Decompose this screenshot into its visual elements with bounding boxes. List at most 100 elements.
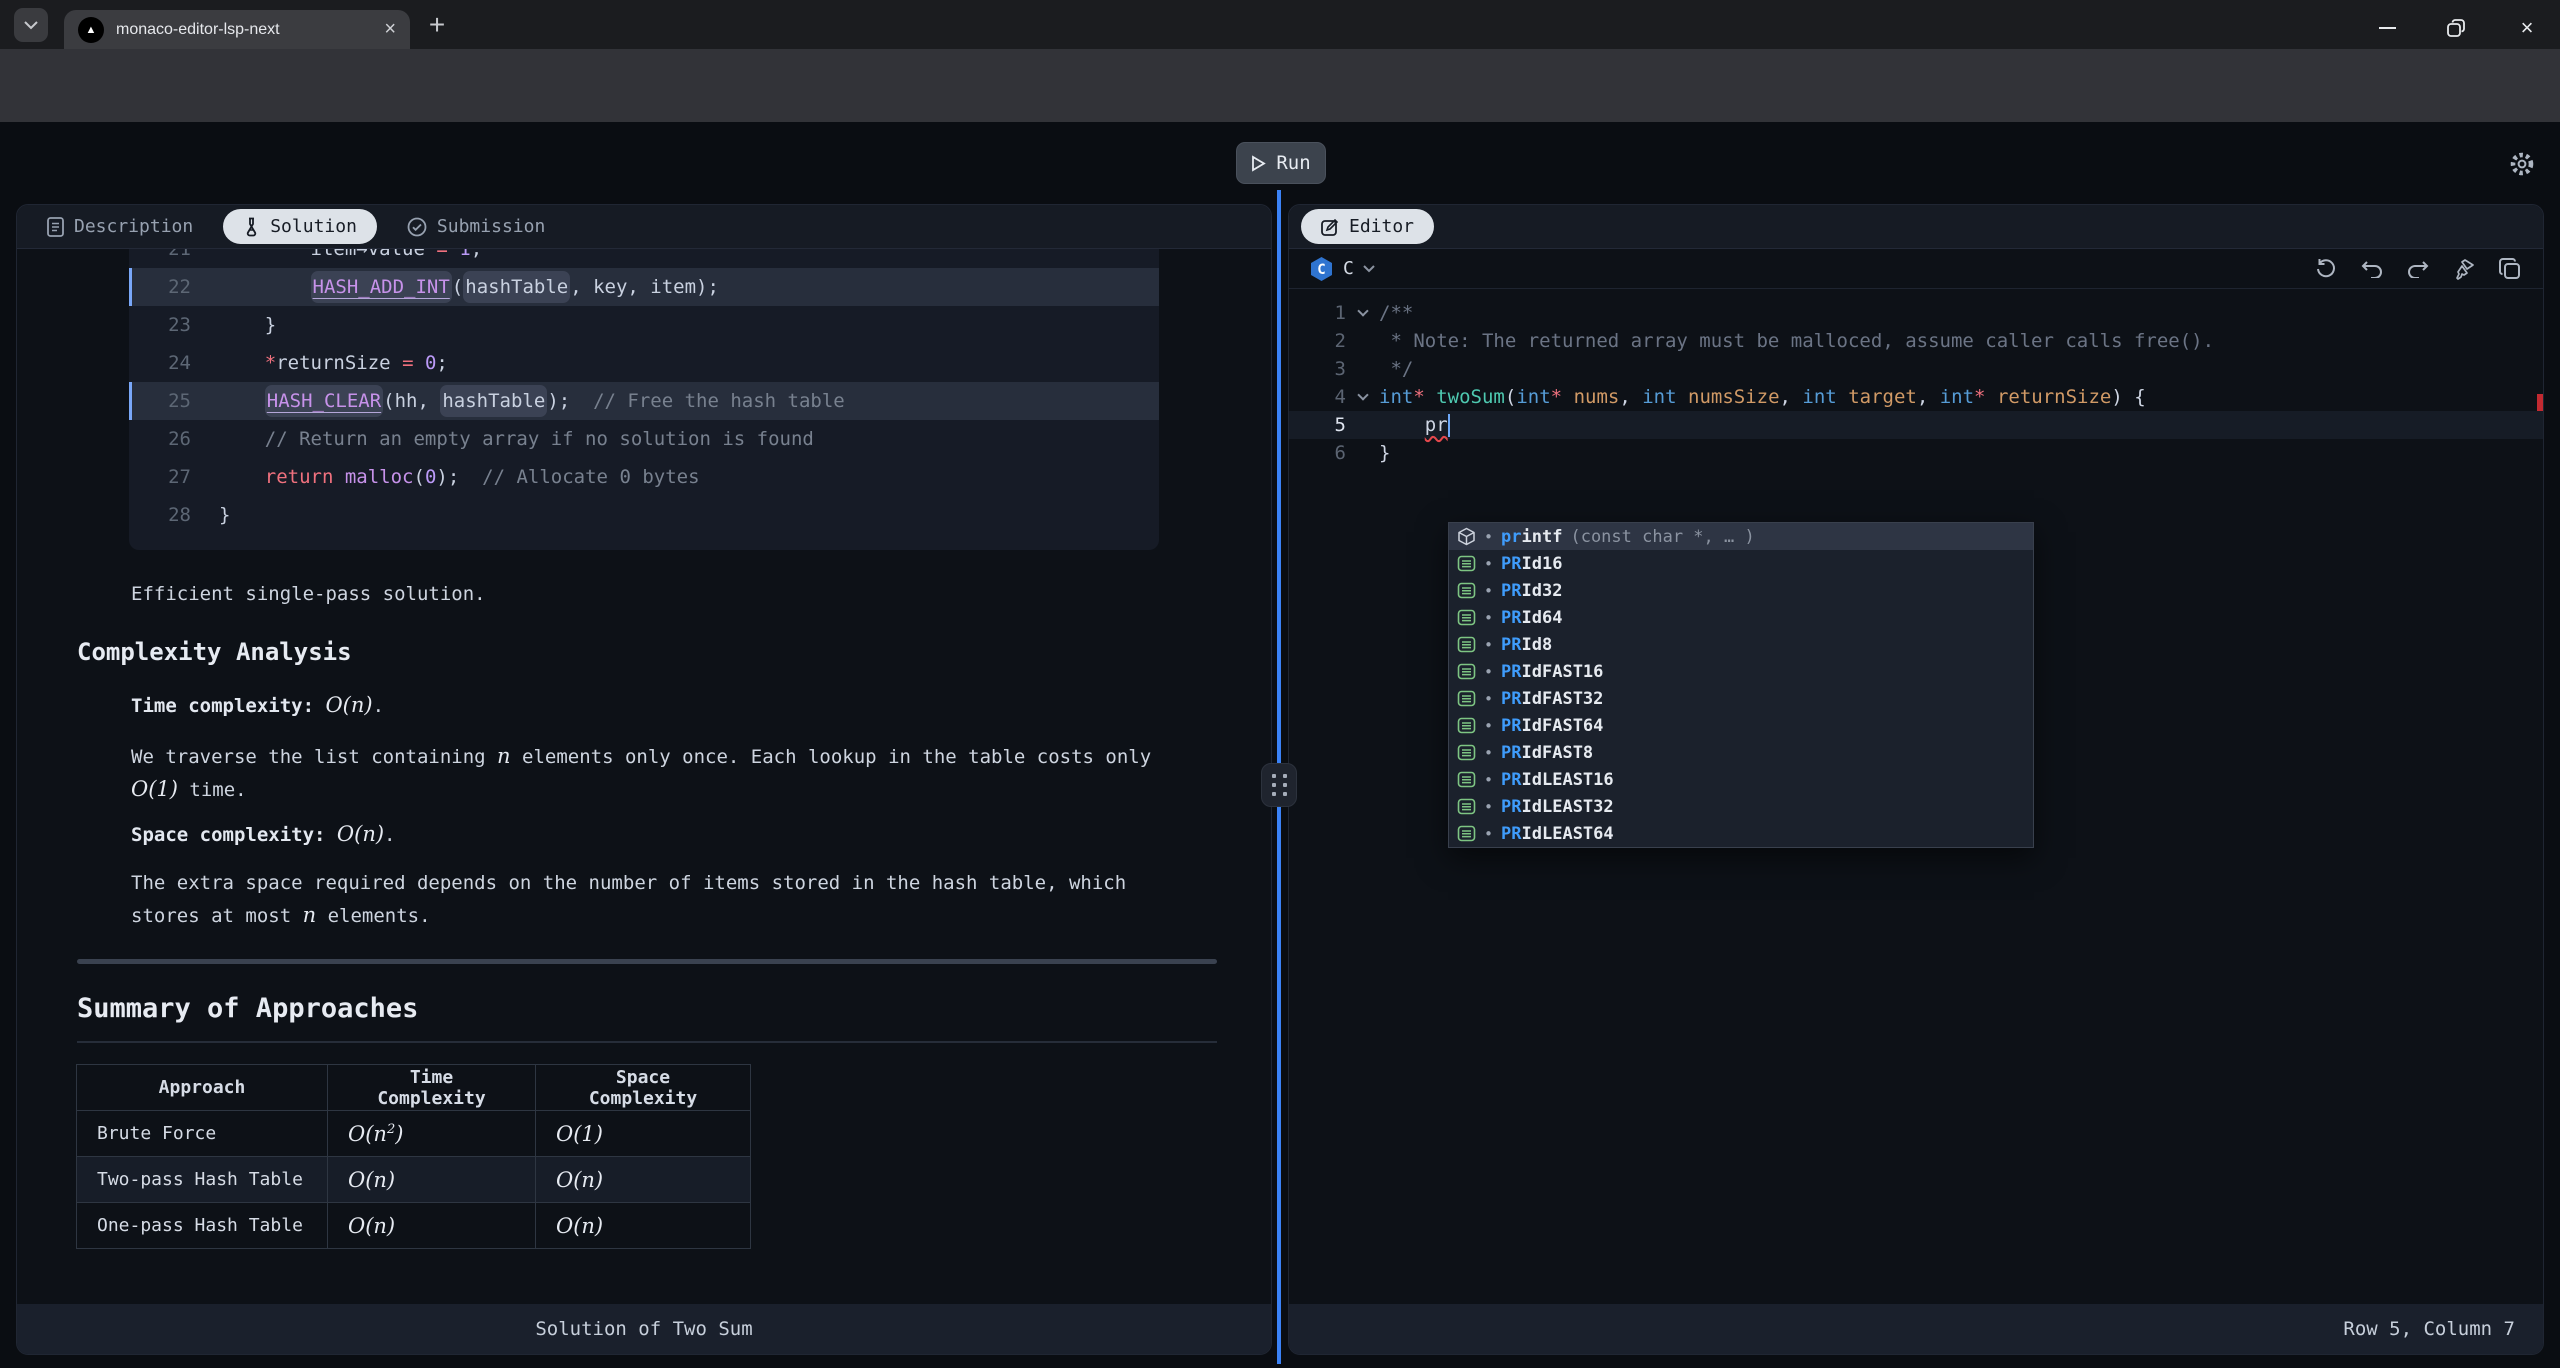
- splitter-grip-handle[interactable]: [1261, 763, 1297, 807]
- editor-line[interactable]: 5 pr: [1289, 411, 2543, 439]
- table-row: Brute ForceO(n2)O(1): [77, 1111, 751, 1157]
- line-text: }: [191, 314, 276, 336]
- suggest-item[interactable]: •PRId16: [1449, 550, 2033, 577]
- window-minimize-button[interactable]: [2365, 14, 2409, 42]
- undo-button[interactable]: [2359, 256, 2385, 282]
- tab-editor[interactable]: Editor: [1301, 209, 1434, 244]
- line-number: 24: [129, 352, 191, 374]
- editor-line-number: 5: [1289, 414, 1346, 436]
- editor-line-text: pr: [1379, 414, 1450, 437]
- table-row: Two-pass Hash TableO(n)O(n): [77, 1157, 751, 1203]
- suggest-item[interactable]: •printf(const char *, … ): [1449, 523, 2033, 550]
- fold-chevron-icon[interactable]: [1346, 311, 1379, 315]
- text-suggestion-icon: [1457, 743, 1476, 762]
- suggest-item[interactable]: •PRId8: [1449, 631, 2033, 658]
- line-number: 22: [129, 276, 191, 298]
- monaco-editor[interactable]: •printf(const char *, … )•PRId16•PRId32•…: [1289, 289, 2543, 1306]
- fold-chevron-icon[interactable]: [1346, 395, 1379, 399]
- editor-line-number: 6: [1289, 442, 1346, 464]
- tab-search-button[interactable]: [14, 8, 48, 42]
- function-suggestion-icon: [1457, 527, 1476, 546]
- code-line: 26 // Return an empty array if no soluti…: [129, 420, 1159, 458]
- redo-button[interactable]: [2405, 256, 2431, 282]
- table-cell: Two-pass Hash Table: [77, 1157, 328, 1203]
- editor-line-text: int* twoSum(int* nums, int numsSize, int…: [1379, 386, 2146, 408]
- suggest-item[interactable]: •PRIdFAST16: [1449, 658, 2033, 685]
- table-cell: O(1): [536, 1111, 751, 1157]
- check-circle-icon: [407, 217, 427, 237]
- browser-toolbar: localhost:3000/playground ☆ f: [0, 49, 2560, 122]
- solution-code-block: 21 item→value = 1; 22 HASH_ADD_INT(hashTa…: [129, 249, 1159, 550]
- table-row: One-pass Hash TableO(n)O(n): [77, 1203, 751, 1249]
- editor-line[interactable]: 6}: [1289, 439, 2543, 467]
- playground-page: Run Description Solution Submission 21 i…: [0, 122, 2560, 1368]
- copy-code-button[interactable]: [2497, 256, 2523, 282]
- reset-code-button[interactable]: [2313, 256, 2339, 282]
- editor-line-number: 1: [1289, 302, 1346, 324]
- editor-line[interactable]: 3 */: [1289, 355, 2543, 383]
- svg-text:C: C: [1317, 262, 1325, 278]
- cursor-position-text: Row 5, Column 7: [2343, 1318, 2515, 1340]
- run-label: Run: [1276, 152, 1310, 174]
- flask-icon: [243, 217, 260, 237]
- editor-line[interactable]: 4int* twoSum(int* nums, int numsSize, in…: [1289, 383, 2543, 411]
- space-complexity-desc: The extra space required depends on the …: [131, 867, 1196, 932]
- intro-paragraph: Efficient single-pass solution.: [131, 578, 1196, 610]
- suggest-item[interactable]: •PRIdFAST8: [1449, 739, 2033, 766]
- play-icon: [1251, 155, 1266, 172]
- table-cell: O(n): [536, 1203, 751, 1249]
- language-selector[interactable]: C C: [1309, 256, 1375, 282]
- tab-label: Description: [74, 216, 193, 237]
- problem-footer-text: Solution of Two Sum: [535, 1318, 752, 1340]
- text-suggestion-icon: [1457, 689, 1476, 708]
- text-suggestion-icon: [1457, 824, 1476, 843]
- editor-line[interactable]: 2 * Note: The returned array must be mal…: [1289, 327, 2543, 355]
- solution-content: 21 item→value = 1; 22 HASH_ADD_INT(hashTa…: [17, 249, 1271, 1306]
- tab-submission[interactable]: Submission: [407, 216, 545, 237]
- site-favicon-icon: ▲: [78, 17, 104, 43]
- text-suggestion-icon: [1457, 635, 1476, 654]
- suggest-item[interactable]: •PRIdFAST64: [1449, 712, 2033, 739]
- settings-gear-icon[interactable]: [2506, 148, 2538, 180]
- text-suggestion-icon: [1457, 770, 1476, 789]
- table-cell: Brute Force: [77, 1111, 328, 1157]
- run-button[interactable]: Run: [1236, 142, 1326, 184]
- line-text: return malloc(0); // Allocate 0 bytes: [191, 466, 700, 488]
- tab-description[interactable]: Description: [47, 216, 193, 237]
- suggest-item[interactable]: •PRIdLEAST16: [1449, 766, 2033, 793]
- editor-line[interactable]: 1/**: [1289, 299, 2543, 327]
- suggest-item[interactable]: •PRId64: [1449, 604, 2033, 631]
- table-cell: O(n2): [328, 1111, 536, 1157]
- heading-underline: [77, 1041, 1217, 1043]
- text-suggestion-icon: [1457, 662, 1476, 681]
- line-text: // Return an empty array if no solution …: [191, 428, 814, 450]
- window-restore-button[interactable]: [2434, 14, 2478, 42]
- tab-label: Editor: [1349, 216, 1414, 237]
- code-line: 21 item→value = 1;: [129, 249, 1159, 268]
- line-number: 26: [129, 428, 191, 450]
- suggest-item[interactable]: •PRIdLEAST32: [1449, 793, 2033, 820]
- browser-tab[interactable]: ▲ monaco-editor-lsp-next ×: [64, 10, 410, 49]
- editor-line-text: * Note: The returned array must be mallo…: [1379, 330, 2214, 352]
- suggest-item[interactable]: •PRIdLEAST64: [1449, 820, 2033, 847]
- line-text: }: [191, 504, 230, 526]
- text-suggestion-icon: [1457, 581, 1476, 600]
- line-text: HASH_ADD_INT(hashTable, key, item);: [191, 276, 719, 298]
- new-tab-button[interactable]: +: [420, 8, 454, 42]
- text-suggestion-icon: [1457, 797, 1476, 816]
- language-label: C: [1343, 258, 1354, 279]
- table-header: Approach: [77, 1065, 328, 1111]
- autocomplete-popup: •printf(const char *, … )•PRId16•PRId32•…: [1448, 522, 2034, 848]
- line-text: *returnSize = 0;: [191, 352, 448, 374]
- editor-line-number: 3: [1289, 358, 1346, 380]
- suggest-item[interactable]: •PRId32: [1449, 577, 2033, 604]
- tab-solution[interactable]: Solution: [223, 209, 377, 244]
- tab-close-icon[interactable]: ×: [384, 18, 396, 41]
- text-suggestion-icon: [1457, 716, 1476, 735]
- code-line: 25 HASH_CLEAR(hh, hashTable); // Free th…: [129, 382, 1159, 420]
- chevron-down-icon: [1363, 265, 1375, 273]
- suggest-item[interactable]: •PRIdFAST32: [1449, 685, 2033, 712]
- format-code-button[interactable]: [2451, 256, 2477, 282]
- window-close-button[interactable]: ×: [2505, 14, 2549, 42]
- editor-toolbar: C C: [1289, 249, 2543, 289]
